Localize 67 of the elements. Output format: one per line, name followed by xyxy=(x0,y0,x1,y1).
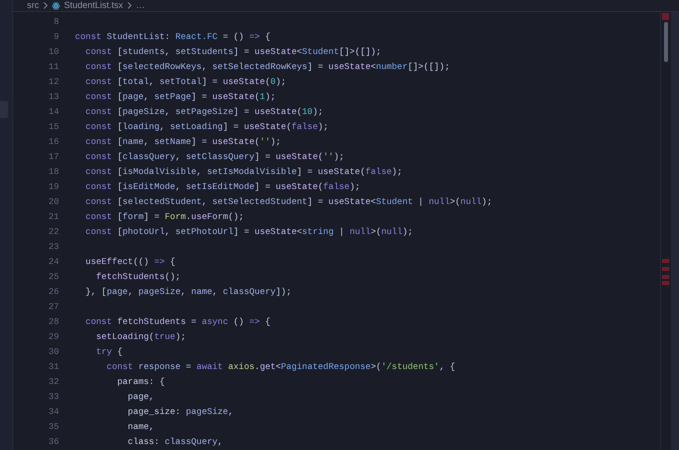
line-number: 11 xyxy=(47,61,59,74)
line-number: 35 xyxy=(47,421,59,434)
code-line: const [isModalVisible, setIsModalVisible] = useState(false); xyxy=(84,166,402,179)
code-line: const [pageSize, setPageSize] = useState(10); xyxy=(84,106,324,119)
line-number: 14 xyxy=(47,106,59,119)
code-line: page_size: pageSize, xyxy=(126,406,234,419)
line-number: 25 xyxy=(47,271,59,284)
code-line: const [loading, setLoading] = useState(false); xyxy=(84,121,328,134)
line-number: 8 xyxy=(52,16,59,29)
line-number: 19 xyxy=(47,181,59,194)
line-number: 31 xyxy=(47,361,59,374)
code-line: const StudentList: React.FC = () => { xyxy=(75,31,270,44)
line-number: 27 xyxy=(47,301,59,314)
code-line: page, xyxy=(126,391,154,404)
atom-icon xyxy=(52,2,60,10)
line-number: 9 xyxy=(52,31,59,44)
error-marker xyxy=(662,275,669,279)
code-line: const [form] = Form.useForm(); xyxy=(84,211,244,224)
code-line: fetchStudents(); xyxy=(95,271,181,284)
line-number: 20 xyxy=(47,196,59,209)
code-line: try { xyxy=(95,346,123,359)
line-number: 28 xyxy=(47,316,59,329)
code-line: const [selectedStudent, setSelectedStudent] = useState<Student | null>(null); xyxy=(84,196,492,209)
code-line: params: { xyxy=(116,376,165,389)
line-number: 29 xyxy=(47,331,59,344)
code-line: const [photoUrl, setPhotoUrl] = useState<string | null>(null); xyxy=(84,226,413,239)
code-line: setLoading(true); xyxy=(95,331,186,344)
scrollbar-thumb[interactable] xyxy=(664,22,668,62)
code-line: const [total, setTotal] = useState(0); xyxy=(84,76,286,89)
line-number: 23 xyxy=(47,241,59,254)
code-line: const [classQuery, setClassQuery] = useState(''); xyxy=(84,151,344,164)
line-number: 21 xyxy=(47,211,59,224)
code-line: useEffect(() => { xyxy=(84,256,176,269)
line-number: 26 xyxy=(47,286,59,299)
code-line: const [selectedRowKeys, setSelectedRowKeys] = useState<number[]>([]); xyxy=(84,61,450,74)
breadcrumb-item[interactable]: … xyxy=(136,0,146,11)
error-marker xyxy=(662,267,669,271)
breadcrumb-item[interactable]: StudentList.tsx xyxy=(64,0,124,11)
error-marker xyxy=(662,13,669,20)
chevron-icon xyxy=(43,2,48,9)
code-line: const [name, setName] = useState(''); xyxy=(84,136,281,149)
line-number: 32 xyxy=(47,376,59,389)
line-number: 16 xyxy=(47,136,59,149)
code-line: const [students, setStudents] = useState<Student[]>([]); xyxy=(84,46,382,59)
line-number: 13 xyxy=(47,91,59,104)
code-line: class: classQuery, xyxy=(126,436,223,449)
line-number: 18 xyxy=(47,166,59,179)
code-line: const fetchStudents = async () => { xyxy=(84,316,270,329)
line-number: 17 xyxy=(47,151,59,164)
error-marker xyxy=(662,259,669,263)
code-line: const [page, setPage] = useState(1); xyxy=(84,91,276,104)
code-line: }, [page, pageSize, name, classQuery]); xyxy=(84,286,292,299)
code-line: const response = await axios.get<PaginatedResponse>('/students', { xyxy=(106,361,456,374)
chevron-icon xyxy=(127,2,132,9)
line-number: 36 xyxy=(47,436,59,449)
error-marker xyxy=(662,281,669,285)
line-number: 12 xyxy=(47,76,59,89)
code-line: const [isEditMode, setIsEditMode] = useState(false); xyxy=(84,181,360,194)
line-number: 24 xyxy=(47,256,59,269)
code-line: name, xyxy=(126,421,154,434)
line-number: 15 xyxy=(47,121,59,134)
breadcrumb-item[interactable]: src xyxy=(27,0,39,11)
line-number: 34 xyxy=(47,406,59,419)
line-number: 10 xyxy=(47,46,59,59)
line-number: 33 xyxy=(47,391,59,404)
line-number: 22 xyxy=(47,226,59,239)
line-number: 30 xyxy=(47,346,59,359)
